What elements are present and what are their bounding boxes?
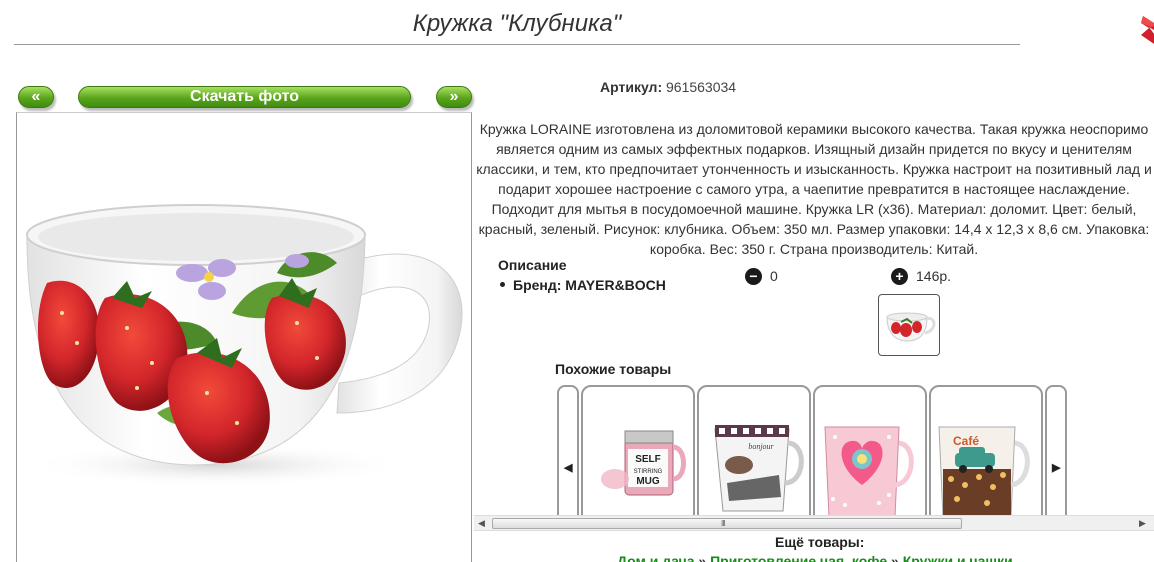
svg-text:Café: Café [953, 434, 979, 448]
similar-item-pink-heart-mug[interactable] [813, 385, 927, 515]
article-label: Артикул: [600, 79, 663, 95]
next-photo-button[interactable]: » [436, 86, 472, 108]
article-info: Артикул: 961563034 [600, 79, 1000, 95]
similar-item-retro-car-mug[interactable]: Café [929, 385, 1043, 515]
page-title: Кружка "Клубника" [14, 10, 1020, 45]
download-photo-button[interactable]: Скачать фото [78, 86, 411, 108]
product-photo [16, 112, 472, 562]
minus-circle-icon[interactable]: − [745, 267, 762, 285]
svg-text:STIRRING: STIRRING [634, 469, 663, 475]
breadcrumb-separator: » [698, 553, 707, 562]
similar-carousel: ◀ SELF STIRRING MUG bonjour Café ▶ [474, 385, 1154, 515]
next-icon: ▶ [1052, 462, 1061, 474]
price-value: 146р. [916, 268, 952, 284]
svg-text:bonjour: bonjour [748, 442, 774, 451]
scrollbar-thumb[interactable]: III [492, 518, 962, 529]
more-products-heading: Ещё товары: [775, 534, 865, 550]
horizontal-scrollbar[interactable]: ◀ III ▶ [474, 515, 1154, 531]
svg-text:SELF: SELF [635, 454, 661, 465]
close-icon[interactable] [1137, 16, 1154, 46]
brand-text: Бренд: MAYER&BOCH [513, 277, 666, 293]
breadcrumb-home-garden[interactable]: Дом и дача [617, 553, 695, 562]
plus-circle-icon[interactable]: + [891, 267, 908, 285]
scroll-right-icon[interactable]: ▶ [1139, 518, 1146, 529]
scrollbar-grip: III [721, 519, 726, 528]
vote-plus[interactable]: +146р. [891, 266, 951, 286]
minus-count: 0 [770, 268, 778, 284]
scroll-left-icon[interactable]: ◀ [478, 518, 485, 529]
article-value: 961563034 [666, 79, 737, 95]
vote-minus[interactable]: −0 [745, 266, 778, 286]
prev-photo-button[interactable]: « [18, 86, 54, 108]
breadcrumb-tea-coffee[interactable]: Приготовление чая, кофе [710, 553, 887, 562]
product-description: Кружка LORAINE изготовлена из доломитово… [476, 121, 1152, 257]
prev-icon: ◀ [564, 462, 573, 474]
svg-text:MUG: MUG [636, 476, 660, 487]
bullet-icon [500, 281, 505, 287]
breadcrumb-separator: » [891, 553, 899, 562]
similar-item-bonjour-mug[interactable]: bonjour [697, 385, 811, 515]
carousel-prev-button[interactable]: ◀ [557, 385, 579, 515]
description-heading: Описание [498, 257, 567, 273]
brand-item: Бренд: MAYER&BOCH [500, 277, 666, 293]
product-thumbnail[interactable] [878, 294, 940, 356]
breadcrumb: Дом и дача » Приготовление чая, кофе » К… [617, 553, 1013, 562]
carousel-next-button[interactable]: ▶ [1045, 385, 1067, 515]
similar-item-self-stirring-mug[interactable]: SELF STIRRING MUG [581, 385, 695, 515]
similar-heading: Похожие товары [555, 361, 672, 377]
bottom-fade [1020, 548, 1154, 562]
breadcrumb-mugs-cups[interactable]: Кружки и чашки [903, 553, 1013, 562]
